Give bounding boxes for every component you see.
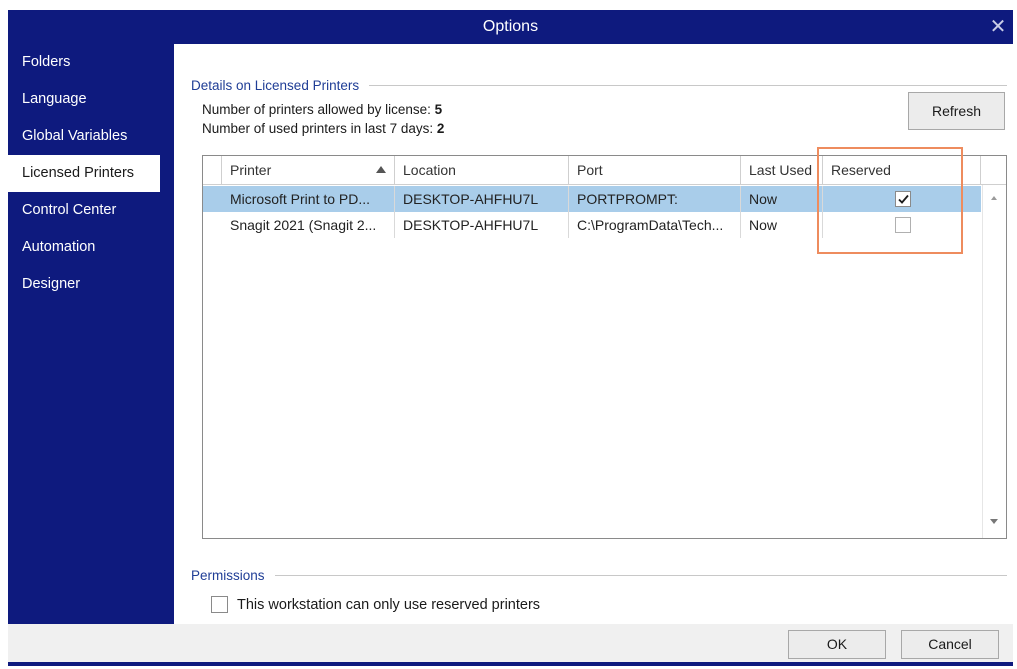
sidebar-item-automation[interactable]: Automation	[8, 229, 160, 266]
vertical-scrollbar[interactable]	[982, 185, 1006, 538]
sidebar-item-licensed-printers[interactable]: Licensed Printers	[8, 155, 160, 192]
reserved-only-checkbox[interactable]	[211, 596, 228, 613]
permissions-header-label: Permissions	[191, 567, 265, 583]
scroll-down-icon[interactable]	[990, 519, 998, 524]
port-cell: C:\ProgramData\Tech...	[569, 212, 741, 238]
close-icon[interactable]: ✕	[985, 14, 1011, 40]
checkmark-icon	[898, 194, 909, 204]
details-group-header: Details on Licensed Printers	[191, 75, 1007, 95]
allowed-printers-info: Number of printers allowed by license: 5	[202, 102, 442, 117]
printers-table: Printer Location Port Last Used Reserved…	[202, 155, 1007, 539]
row-selector-header	[203, 156, 222, 185]
used-printers-info: Number of used printers in last 7 days: …	[202, 121, 444, 136]
details-header-divider	[369, 84, 1007, 86]
port-cell: PORTPROMPT:	[569, 186, 741, 212]
column-header-last-used[interactable]: Last Used	[741, 156, 823, 185]
table-row[interactable]: Snagit 2021 (Snagit 2... DESKTOP-AHFHU7L…	[203, 212, 981, 238]
last-used-cell: Now	[741, 212, 823, 238]
details-header-label: Details on Licensed Printers	[191, 77, 360, 93]
printer-cell: Microsoft Print to PD...	[222, 186, 395, 212]
column-header-port[interactable]: Port	[569, 156, 741, 185]
used-printers-value: 2	[436, 121, 445, 136]
cancel-button[interactable]: Cancel	[901, 630, 999, 659]
permissions-group-header: Permissions	[191, 565, 1007, 585]
column-header-printer[interactable]: Printer	[222, 156, 395, 185]
location-cell: DESKTOP-AHFHU7L	[395, 186, 569, 212]
allowed-printers-label: Number of printers allowed by license:	[202, 102, 431, 117]
sidebar: Folders Language Global Variables Licens…	[8, 44, 160, 624]
location-cell: DESKTOP-AHFHU7L	[395, 212, 569, 238]
table-header: Printer Location Port Last Used Reserved	[203, 156, 1006, 185]
refresh-button[interactable]: Refresh	[908, 92, 1005, 130]
dialog-footer: OK Cancel	[8, 624, 1013, 662]
reserved-checkbox[interactable]	[895, 191, 911, 207]
sidebar-item-control-center[interactable]: Control Center	[8, 192, 160, 229]
options-dialog: Options ✕ Folders Language Global Variab…	[8, 10, 1013, 666]
ok-button[interactable]: OK	[788, 630, 886, 659]
title-bar: Options ✕	[8, 10, 1013, 44]
last-used-cell: Now	[741, 186, 823, 212]
printer-cell: Snagit 2021 (Snagit 2...	[222, 212, 395, 238]
sidebar-item-language[interactable]: Language	[8, 81, 160, 118]
column-header-printer-label: Printer	[230, 162, 272, 178]
content-panel: Details on Licensed Printers Number of p…	[174, 44, 1013, 624]
column-header-location[interactable]: Location	[395, 156, 569, 185]
reserved-only-label[interactable]: This workstation can only use reserved p…	[237, 597, 540, 613]
sidebar-item-global-variables[interactable]: Global Variables	[8, 118, 160, 155]
used-printers-label: Number of used printers in last 7 days:	[202, 121, 434, 136]
sidebar-item-folders[interactable]: Folders	[8, 44, 160, 81]
table-row[interactable]: Microsoft Print to PD... DESKTOP-AHFHU7L…	[203, 186, 981, 212]
sidebar-item-designer[interactable]: Designer	[8, 266, 160, 303]
permissions-header-divider	[274, 574, 1007, 576]
column-header-reserved[interactable]: Reserved	[823, 156, 981, 185]
sort-ascending-icon	[376, 166, 386, 173]
allowed-printers-value: 5	[434, 102, 443, 117]
dialog-title: Options	[482, 18, 539, 35]
reserved-checkbox[interactable]	[895, 217, 911, 233]
scroll-up-icon[interactable]	[991, 196, 997, 200]
